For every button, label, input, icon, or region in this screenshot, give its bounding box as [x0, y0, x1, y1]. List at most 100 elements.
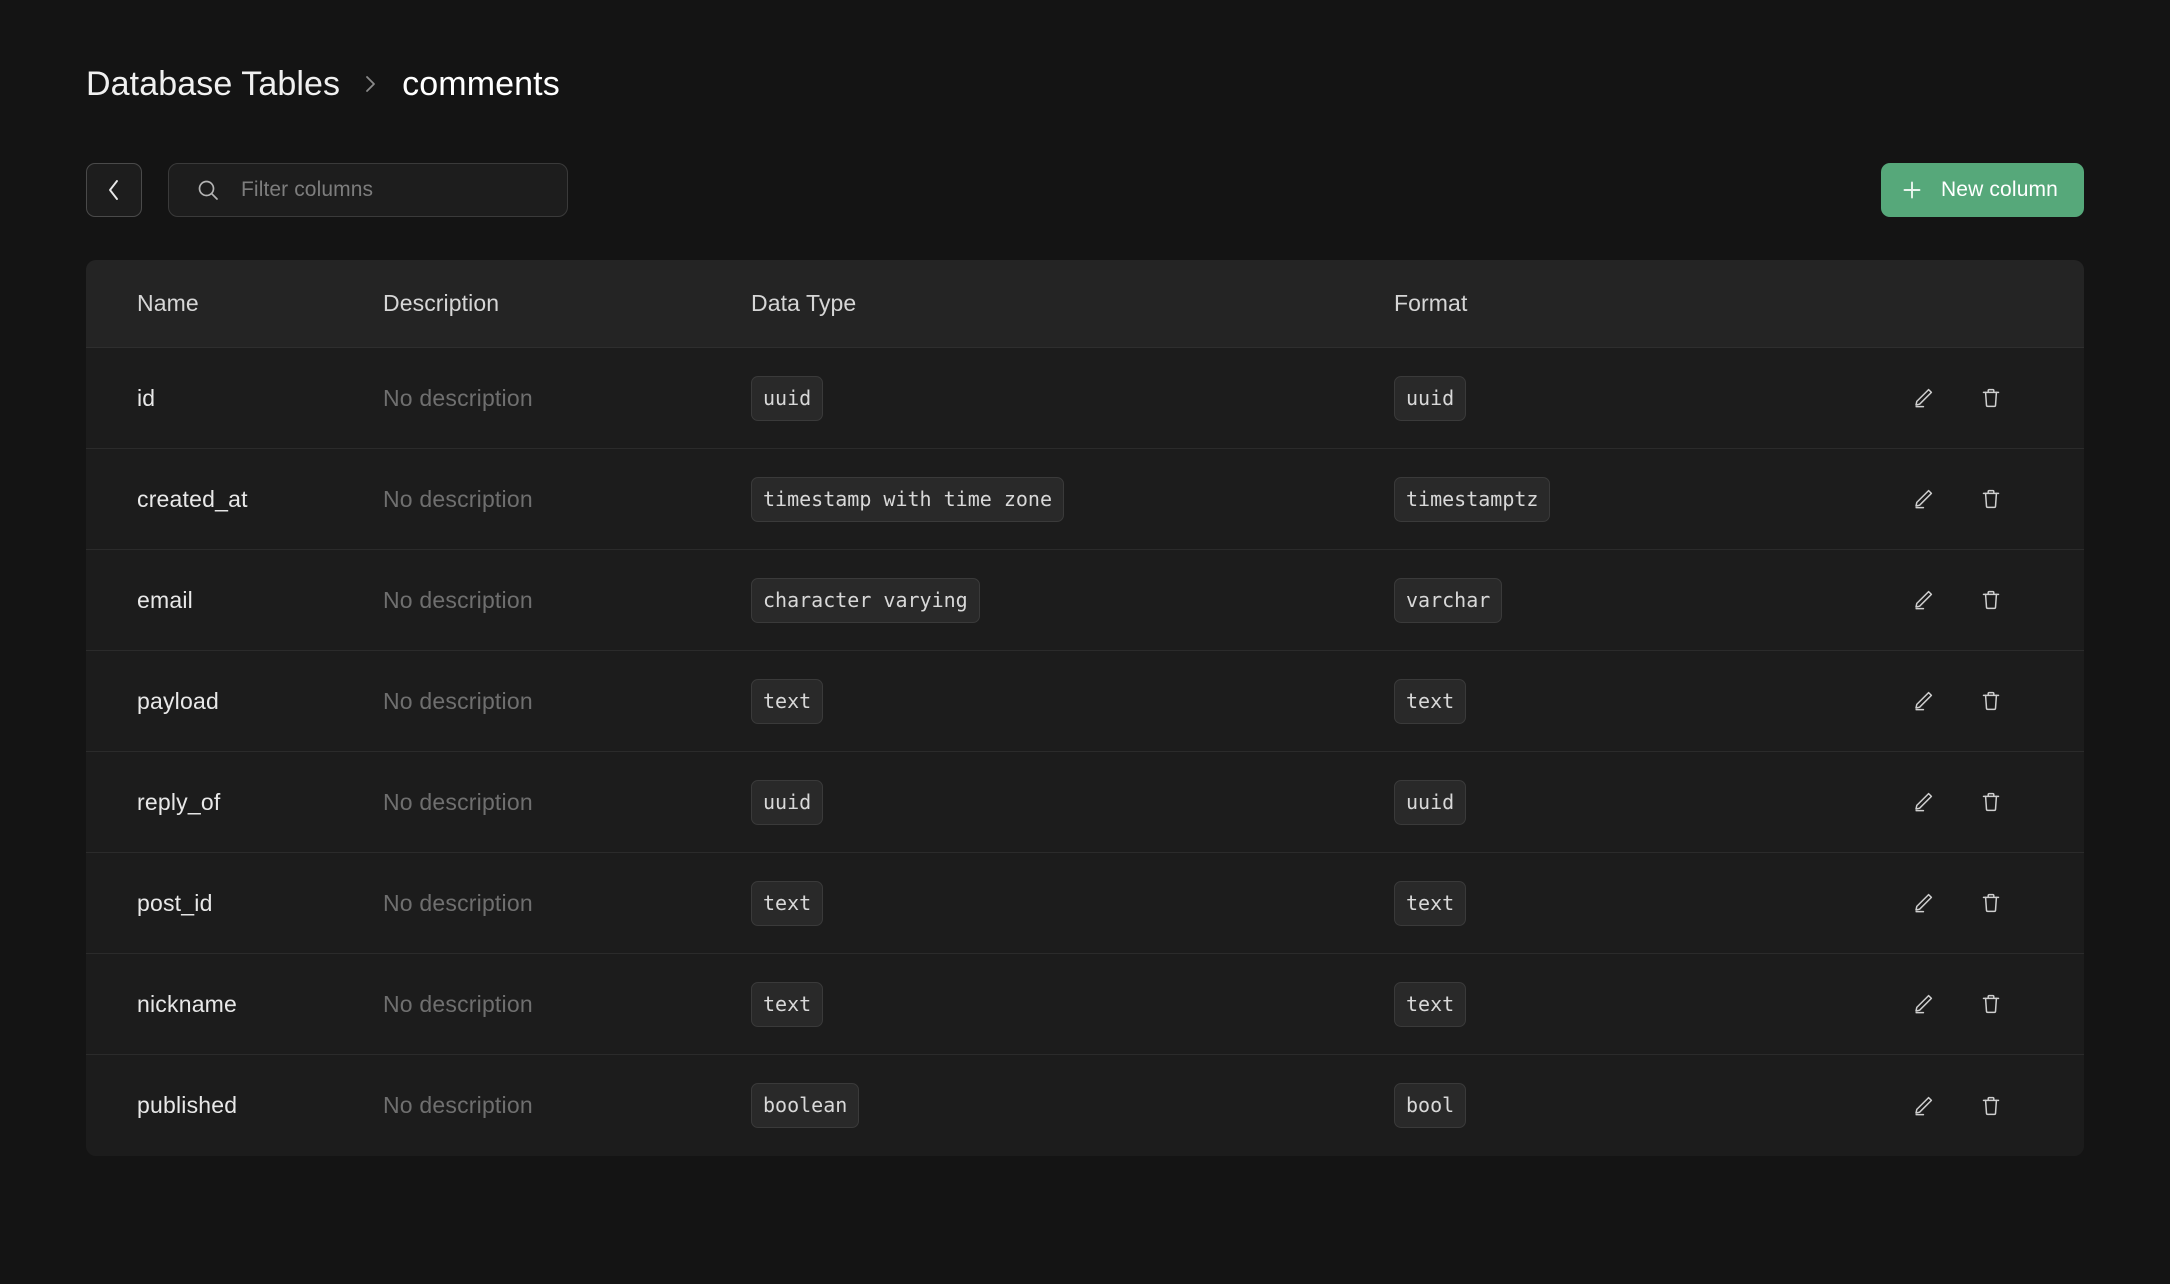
table-row[interactable]: id No description uuid uuid — [86, 348, 2084, 449]
trash-icon — [1977, 990, 2005, 1018]
format-chip: text — [1394, 679, 1466, 724]
cell-data-type: text — [751, 881, 1394, 926]
trash-icon — [1977, 586, 2005, 614]
column-name-text: email — [137, 587, 193, 613]
data-type-chip: text — [751, 982, 823, 1027]
cell-name: payload — [86, 688, 383, 715]
cell-name: published — [86, 1092, 383, 1119]
edit-column-button[interactable] — [1903, 883, 1943, 923]
column-header-description: Description — [383, 290, 751, 317]
toolbar: New column — [86, 163, 2084, 217]
data-type-chip: text — [751, 679, 823, 724]
table-row[interactable]: created_at No description timestamp with… — [86, 449, 2084, 550]
trash-icon — [1977, 384, 2005, 412]
table-row[interactable]: reply_of No description uuid uuid — [86, 752, 2084, 853]
cell-format: text — [1394, 679, 1824, 724]
cell-actions — [1824, 984, 2084, 1024]
cell-data-type: text — [751, 982, 1394, 1027]
edit-column-button[interactable] — [1903, 580, 1943, 620]
cell-description: No description — [383, 486, 751, 513]
delete-column-button[interactable] — [1971, 378, 2011, 418]
cell-name: post_id — [86, 890, 383, 917]
format-chip: text — [1394, 881, 1466, 926]
column-name-text: post_id — [137, 890, 213, 916]
column-description-text: No description — [383, 688, 533, 714]
table-row[interactable]: email No description character varying v… — [86, 550, 2084, 651]
trash-icon — [1977, 485, 2005, 513]
back-button[interactable] — [86, 163, 142, 217]
column-description-text: No description — [383, 991, 533, 1017]
chevron-left-icon — [104, 177, 124, 203]
table-row[interactable]: published No description boolean bool — [86, 1055, 2084, 1156]
cell-name: id — [86, 385, 383, 412]
cell-format: varchar — [1394, 578, 1824, 623]
column-header-data-type: Data Type — [751, 290, 1394, 317]
edit-column-button[interactable] — [1903, 984, 1943, 1024]
cell-format: timestamptz — [1394, 477, 1824, 522]
delete-column-button[interactable] — [1971, 479, 2011, 519]
cell-actions — [1824, 479, 2084, 519]
table-row[interactable]: nickname No description text text — [86, 954, 2084, 1055]
pencil-icon — [1909, 687, 1937, 715]
format-chip: text — [1394, 982, 1466, 1027]
format-chip: uuid — [1394, 780, 1466, 825]
column-description-text: No description — [383, 587, 533, 613]
delete-column-button[interactable] — [1971, 580, 2011, 620]
delete-column-button[interactable] — [1971, 681, 2011, 721]
table-header-row: Name Description Data Type Format — [86, 260, 2084, 348]
edit-column-button[interactable] — [1903, 782, 1943, 822]
format-chip: bool — [1394, 1083, 1466, 1128]
delete-column-button[interactable] — [1971, 782, 2011, 822]
column-header-name: Name — [86, 290, 383, 317]
cell-description: No description — [383, 890, 751, 917]
data-type-chip: uuid — [751, 780, 823, 825]
format-chip: timestamptz — [1394, 477, 1550, 522]
trash-icon — [1977, 687, 2005, 715]
cell-actions — [1824, 580, 2084, 620]
cell-data-type: uuid — [751, 780, 1394, 825]
breadcrumb-root-link[interactable]: Database Tables — [86, 65, 340, 104]
cell-actions — [1824, 378, 2084, 418]
cell-format: uuid — [1394, 376, 1824, 421]
pencil-icon — [1909, 485, 1937, 513]
table-row[interactable]: post_id No description text text — [86, 853, 2084, 954]
breadcrumb: Database Tables comments — [86, 60, 560, 108]
edit-column-button[interactable] — [1903, 1086, 1943, 1126]
pencil-icon — [1909, 788, 1937, 816]
edit-column-button[interactable] — [1903, 681, 1943, 721]
trash-icon — [1977, 1092, 2005, 1120]
column-description-text: No description — [383, 890, 533, 916]
search-icon — [195, 177, 221, 203]
cell-data-type: character varying — [751, 578, 1394, 623]
cell-data-type: timestamp with time zone — [751, 477, 1394, 522]
pencil-icon — [1909, 889, 1937, 917]
data-type-chip: uuid — [751, 376, 823, 421]
data-type-chip: boolean — [751, 1083, 859, 1128]
delete-column-button[interactable] — [1971, 883, 2011, 923]
cell-name: nickname — [86, 991, 383, 1018]
plus-icon — [1901, 179, 1923, 201]
edit-column-button[interactable] — [1903, 479, 1943, 519]
cell-actions — [1824, 681, 2084, 721]
column-name-text: created_at — [137, 486, 248, 512]
pencil-icon — [1909, 586, 1937, 614]
column-name-text: reply_of — [137, 789, 220, 815]
cell-description: No description — [383, 688, 751, 715]
page-title: comments — [402, 65, 560, 104]
cell-description: No description — [383, 789, 751, 816]
delete-column-button[interactable] — [1971, 984, 2011, 1024]
columns-table: Name Description Data Type Format id No … — [86, 260, 2084, 1156]
cell-actions — [1824, 782, 2084, 822]
filter-columns-search[interactable] — [168, 163, 568, 217]
new-column-button[interactable]: New column — [1881, 163, 2084, 217]
edit-column-button[interactable] — [1903, 378, 1943, 418]
column-description-text: No description — [383, 1092, 533, 1118]
pencil-icon — [1909, 384, 1937, 412]
format-chip: varchar — [1394, 578, 1502, 623]
chevron-right-icon — [360, 69, 382, 99]
table-row[interactable]: payload No description text text — [86, 651, 2084, 752]
delete-column-button[interactable] — [1971, 1086, 2011, 1126]
cell-description: No description — [383, 385, 751, 412]
cell-name: email — [86, 587, 383, 614]
search-input[interactable] — [241, 164, 553, 216]
